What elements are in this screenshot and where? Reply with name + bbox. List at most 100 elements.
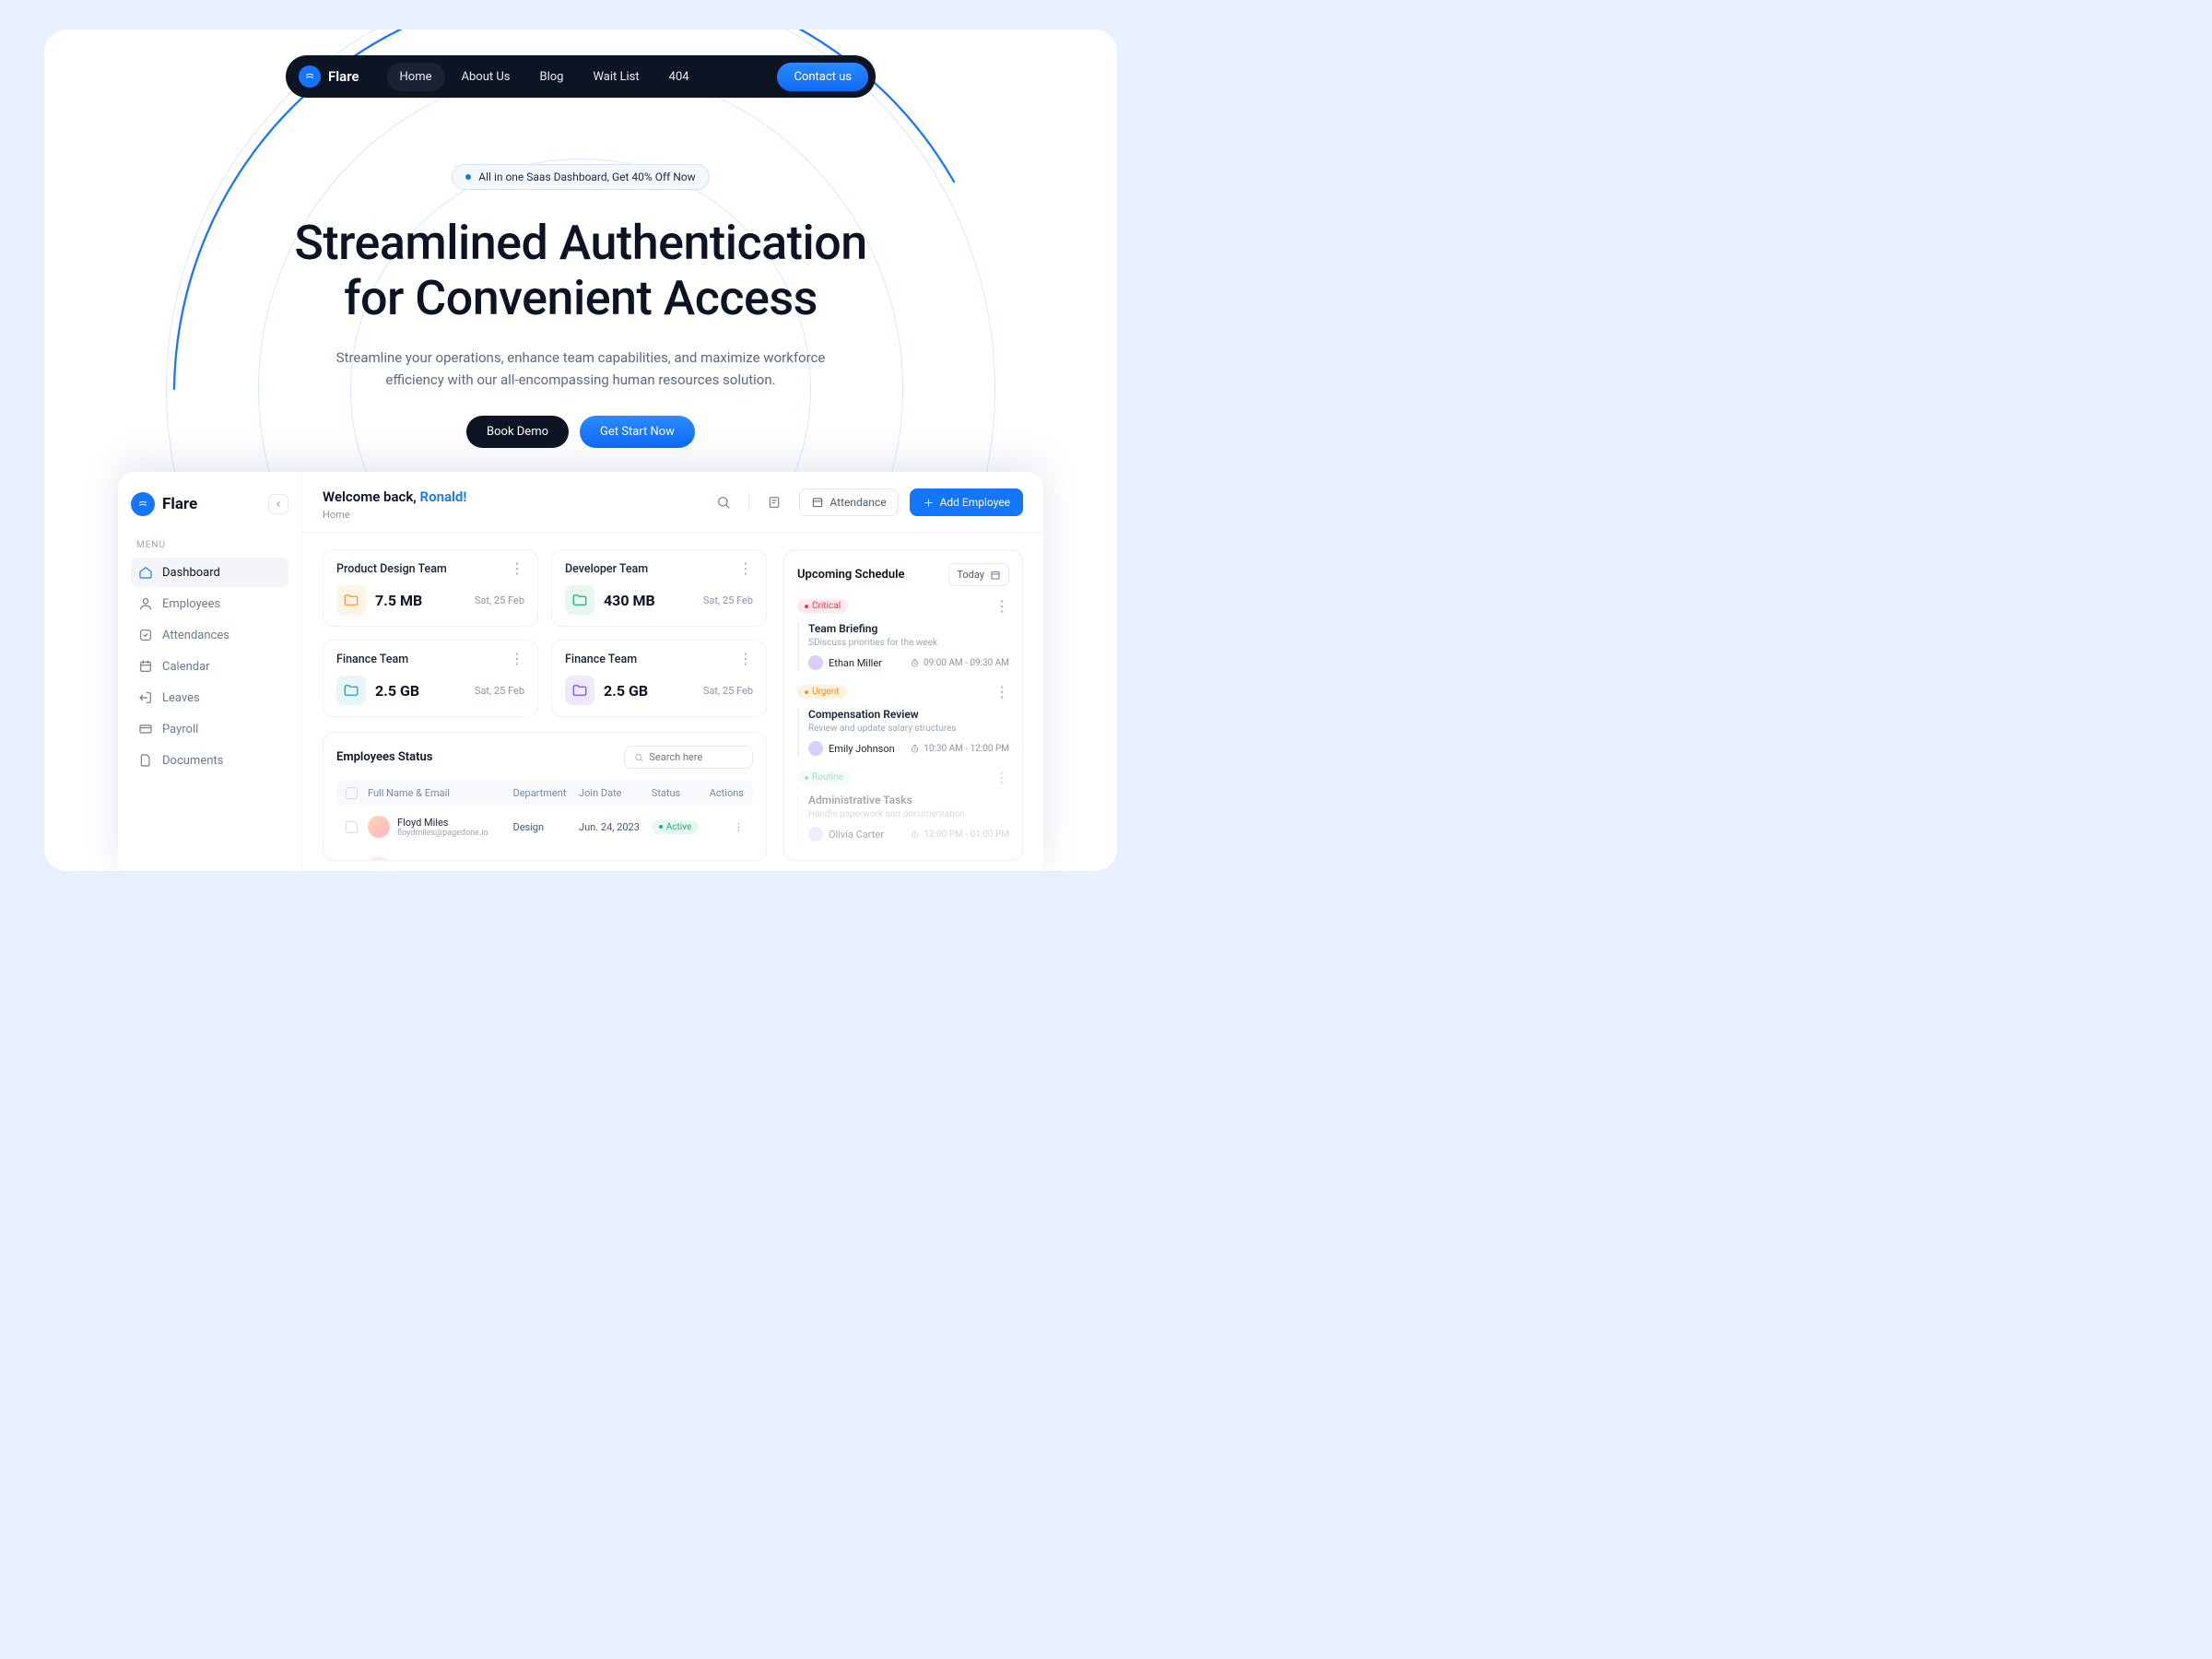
avatar — [368, 816, 390, 838]
sidebar-item-label: Dashboard — [162, 566, 220, 580]
schedule-subtitle: Review and update salary structures — [808, 724, 1009, 734]
nav-link-blog[interactable]: Blog — [527, 63, 577, 91]
notification-button[interactable] — [760, 488, 788, 516]
schedule-time: 09:00 AM - 09:30 AM — [910, 658, 1009, 668]
team-name: Product Design Team — [336, 562, 447, 576]
promo-pill[interactable]: All in one Saas Dashboard, Get 40% Off N… — [452, 164, 709, 190]
table-title: Employees Status — [336, 750, 432, 764]
avatar — [368, 856, 390, 861]
team-card[interactable]: Developer Team⋮430 MBSat, 25 Feb — [551, 549, 767, 627]
hero-section: All in one Saas Dashboard, Get 40% Off N… — [44, 164, 1117, 448]
sidebar-collapse-button[interactable] — [268, 494, 288, 514]
search-icon — [634, 752, 643, 763]
schedule-title: Compensation Review — [808, 708, 1009, 721]
schedule-item[interactable]: Urgent⋮Compensation ReviewReview and upd… — [797, 683, 1009, 756]
table-search-input[interactable] — [649, 751, 743, 763]
schedule-more-button[interactable]: ⋮ — [994, 769, 1009, 786]
priority-tag: Critical — [797, 599, 848, 613]
table-search[interactable] — [624, 746, 753, 769]
dashboard-header: Welcome back, Ronald! Home Attendance Ad… — [302, 472, 1043, 533]
get-start-button[interactable]: Get Start Now — [580, 416, 695, 448]
team-date: Sat, 25 Feb — [475, 594, 524, 606]
employee-join: Jun. 24, 2023 — [579, 821, 652, 833]
sidebar-item-employees[interactable]: Employees — [131, 589, 288, 618]
brand: Flare — [299, 65, 359, 88]
sidebar-item-attendances[interactable]: Attendances — [131, 620, 288, 650]
team-name: Finance Team — [336, 653, 408, 666]
employee-name: Floyd Miles — [397, 817, 488, 829]
assignee: Ethan Miller — [808, 655, 882, 670]
attendance-button[interactable]: Attendance — [799, 488, 898, 516]
sidebar: Flare MENU Dashboard Employees Attendanc… — [118, 472, 302, 871]
schedule-subtitle: SDiscuss priorities for the week — [808, 638, 1009, 648]
team-card[interactable]: Finance Team ⋮ 2.5 GB Sat, 25 Feb — [323, 640, 538, 717]
team-date: Sat, 25 Feb — [475, 685, 524, 697]
sidebar-item-payroll[interactable]: Payroll — [131, 714, 288, 744]
team-size: 2.5 GB — [375, 682, 419, 700]
team-date: Sat, 25 Feb — [703, 685, 753, 697]
table-row[interactable]: Floyd Milesfloydmiles@pagedone.ioDesignJ… — [336, 806, 753, 847]
team-date: Sat, 25 Feb — [703, 594, 753, 606]
calendar-icon — [138, 659, 153, 674]
hero-subtext: Streamline your operations, enhance team… — [44, 347, 1117, 393]
schedule-item[interactable]: Routine⋮Administrative TasksHandle paper… — [797, 769, 1009, 841]
avatar — [808, 741, 823, 756]
dashboard-preview: Flare MENU Dashboard Employees Attendanc… — [118, 472, 1043, 871]
checkbox[interactable] — [346, 821, 358, 833]
nav-link-home[interactable]: Home — [387, 63, 445, 91]
team-more-button[interactable]: ⋮ — [738, 561, 753, 576]
avatar — [808, 827, 823, 841]
sidebar-item-dashboard[interactable]: Dashboard — [131, 558, 288, 587]
nav-link-about[interactable]: About Us — [449, 63, 524, 91]
sidebar-item-calendar[interactable]: Calendar — [131, 652, 288, 681]
hero-headline: Streamlined Authentication for Convenien… — [44, 216, 1117, 326]
top-navbar: Flare Home About Us Blog Wait List 404 C… — [286, 55, 876, 98]
employees-status-card: Employees Status Full Name & Email Depar… — [323, 732, 767, 861]
calendar-icon — [990, 570, 1001, 581]
col-name: Full Name & Email — [368, 787, 512, 799]
logout-icon — [138, 690, 153, 705]
col-actions: Actions — [704, 787, 744, 799]
schedule-time: 12:00 PM - 01:00 PM — [910, 830, 1009, 840]
schedule-more-button[interactable]: ⋮ — [994, 683, 1009, 700]
calendar-icon — [811, 496, 824, 509]
sidebar-item-label: Attendances — [162, 629, 229, 642]
col-dept: Department — [512, 787, 579, 799]
add-employee-button[interactable]: Add Employee — [910, 488, 1023, 516]
team-more-button[interactable]: ⋮ — [510, 652, 524, 666]
sidebar-logo-icon — [131, 492, 155, 516]
brand-logo-icon — [299, 65, 321, 88]
search-button[interactable] — [710, 488, 737, 516]
team-card[interactable]: Product Design Team ⋮ 7.5 MB Sat, 25 Feb — [323, 549, 538, 627]
col-join: Join Date — [579, 787, 652, 799]
nav-link-404[interactable]: 404 — [656, 63, 702, 91]
team-more-button[interactable]: ⋮ — [510, 561, 524, 576]
file-icon — [138, 753, 153, 768]
schedule-item[interactable]: Critical⋮Team BriefingSDiscuss prioritie… — [797, 597, 1009, 670]
sidebar-item-label: Employees — [162, 597, 220, 611]
sidebar-item-label: Calendar — [162, 660, 210, 674]
sidebar-item-documents[interactable]: Documents — [131, 746, 288, 775]
team-size: 7.5 MB — [375, 592, 422, 609]
team-card[interactable]: Finance Team⋮2.5 GBSat, 25 Feb — [551, 640, 767, 717]
checkbox[interactable] — [346, 787, 358, 799]
contact-us-button[interactable]: Contact us — [777, 63, 868, 91]
sidebar-item-leaves[interactable]: Leaves — [131, 683, 288, 712]
book-demo-button[interactable]: Book Demo — [466, 416, 569, 448]
employee-dept: Design — [512, 821, 579, 833]
home-icon — [138, 565, 153, 580]
team-more-button[interactable]: ⋮ — [738, 652, 753, 666]
nav-links: Home About Us Blog Wait List 404 — [387, 63, 702, 91]
team-name: Finance Team — [565, 653, 637, 666]
assignee: Emily Johnson — [808, 741, 895, 756]
folder-icon — [336, 676, 366, 705]
schedule-more-button[interactable]: ⋮ — [994, 597, 1009, 615]
today-button[interactable]: Today — [948, 563, 1009, 586]
schedule-time: 10:30 AM - 12:00 PM — [910, 744, 1009, 754]
nav-link-waitlist[interactable]: Wait List — [580, 63, 652, 91]
row-more-button[interactable]: ⋮ — [704, 821, 744, 833]
table-row[interactable]: Savannah NguyenResearchFeb. 23, 2023Inac… — [336, 847, 753, 861]
promo-dot-icon — [465, 174, 471, 180]
team-size: 430 MB — [604, 592, 655, 609]
schedule-subtitle: Handle paperwork and documentation — [808, 809, 1009, 819]
